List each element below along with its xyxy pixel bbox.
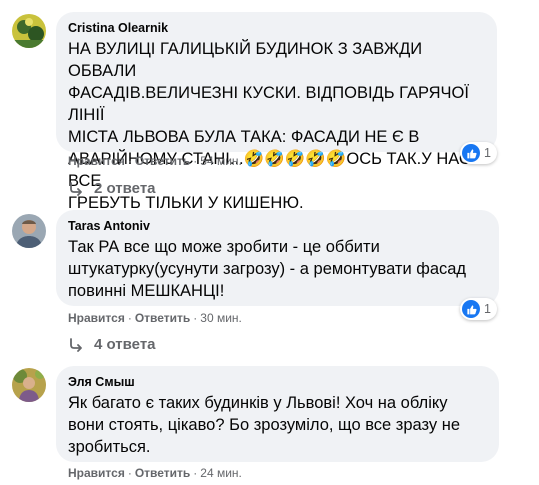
avatar[interactable] bbox=[12, 14, 46, 48]
like-link[interactable]: Нравится bbox=[68, 466, 125, 480]
like-reaction-icon bbox=[462, 300, 480, 318]
reply-arrow-icon bbox=[70, 337, 82, 352]
separator: · bbox=[193, 154, 198, 168]
comment-timestamp[interactable]: 30 мин. bbox=[200, 311, 242, 325]
view-replies-button[interactable]: 2 ответа bbox=[68, 180, 156, 197]
reply-link[interactable]: Ответить bbox=[135, 154, 190, 168]
avatar-image-icon bbox=[12, 14, 46, 48]
separator: · bbox=[127, 311, 132, 325]
comment-timestamp[interactable]: 24 мин. bbox=[200, 466, 242, 480]
avatar-image-icon bbox=[12, 368, 46, 402]
separator: · bbox=[193, 311, 198, 325]
separator: · bbox=[127, 466, 132, 480]
comment-author[interactable]: Taras Antoniv bbox=[68, 218, 485, 234]
comment-bubble: Cristina Olearnik НА ВУЛИЦІ ГАЛИЦЬКІЙ БУ… bbox=[56, 12, 497, 212]
reaction-count: 1 bbox=[484, 146, 491, 160]
comment-text-line: штукатурку(усунути загрозу) - а ремонтув… bbox=[68, 260, 467, 278]
like-link[interactable]: Нравится bbox=[68, 311, 125, 325]
comment-timestamp[interactable]: 54 мин. bbox=[200, 154, 242, 168]
reaction-count: 1 bbox=[484, 302, 491, 316]
comment-text-line: вони стоять, цікаво? Бо зрозуміло, що вс… bbox=[68, 416, 461, 434]
avatar[interactable] bbox=[12, 368, 46, 402]
comment-text-line: НА ВУЛИЦІ ГАЛИЦЬКІЙ БУДИНОК З ЗАВЖДИ ОБВ… bbox=[68, 40, 423, 80]
comment-author[interactable]: Cristina Olearnik bbox=[68, 20, 483, 36]
reply-link[interactable]: Ответить bbox=[135, 311, 190, 325]
replies-count-label: 2 ответа bbox=[94, 180, 156, 197]
comment-text: Так РА все що може зробити - це оббити ш… bbox=[68, 236, 485, 302]
like-reaction-icon bbox=[462, 144, 480, 162]
reply-link[interactable]: Ответить bbox=[135, 466, 190, 480]
comment-actions: Нравится · Ответить · 24 мин. bbox=[68, 466, 242, 480]
comment-text-line: Як багато є таких будинків у Львові! Хоч… bbox=[68, 394, 448, 412]
comment-text-line: МІСТА ЛЬВОВА БУЛА ТАКА: ФАСАДИ НЕ Є В bbox=[68, 128, 420, 146]
comment-actions: Нравится · Ответить · 30 мин. bbox=[68, 311, 242, 325]
avatar-image-icon bbox=[12, 214, 46, 248]
comment-text-line: ФАСАДІВ.ВЕЛИЧЕЗНІ КУСКИ. ВІДПОВІДЬ ГАРЯЧ… bbox=[68, 84, 469, 124]
comment-text-line: зробиться. bbox=[68, 438, 151, 456]
avatar[interactable] bbox=[12, 214, 46, 248]
reply-arrow-icon bbox=[70, 181, 82, 196]
comment-text-line: Так РА все що може зробити - це оббити bbox=[68, 238, 380, 256]
comment-text: Як багато є таких будинків у Львові! Хоч… bbox=[68, 392, 485, 458]
replies-count-label: 4 ответа bbox=[94, 336, 156, 353]
comment-author[interactable]: Эля Смыш bbox=[68, 374, 485, 390]
comment-bubble: Taras Antoniv Так РА все що може зробити… bbox=[56, 210, 499, 306]
separator: · bbox=[127, 154, 132, 168]
reaction-summary[interactable]: 1 bbox=[460, 298, 497, 320]
like-link[interactable]: Нравится bbox=[68, 154, 125, 168]
reaction-summary[interactable]: 1 bbox=[460, 142, 497, 164]
comment-text-line: повинні МЕШКАНЦІ! bbox=[68, 282, 225, 300]
comment-bubble: Эля Смыш Як багато є таких будинків у Ль… bbox=[56, 366, 499, 462]
separator: · bbox=[193, 466, 198, 480]
comment-actions: Нравится · Ответить · 54 мин. bbox=[68, 154, 242, 168]
view-replies-button[interactable]: 4 ответа bbox=[68, 336, 156, 353]
